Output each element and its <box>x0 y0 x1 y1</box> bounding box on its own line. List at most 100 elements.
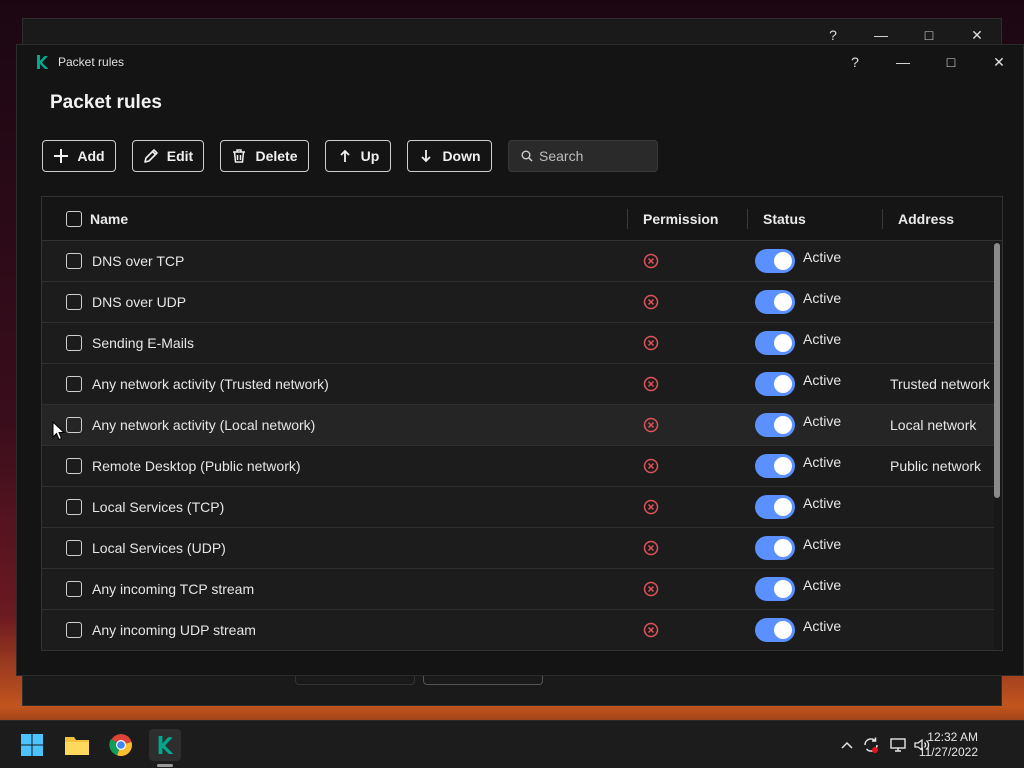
column-header-status-label: Status <box>763 211 806 227</box>
row-checkbox[interactable] <box>66 335 82 351</box>
minimize-button[interactable]: — <box>879 47 927 77</box>
row-checkbox[interactable] <box>66 294 82 310</box>
search-input[interactable] <box>539 148 649 164</box>
file-explorer-button[interactable] <box>61 729 93 761</box>
status-toggle[interactable] <box>755 331 795 355</box>
column-header-permission[interactable]: Permission <box>627 197 747 241</box>
bg-minimize-button[interactable]: — <box>857 25 905 45</box>
toggle-knob <box>774 375 792 393</box>
table-row[interactable]: Any network activity (Local network) Act… <box>42 405 994 446</box>
row-checkbox[interactable] <box>66 417 82 433</box>
table-row[interactable]: Any network activity (Trusted network) A… <box>42 364 994 405</box>
table-row[interactable]: Local Services (UDP) Active <box>42 528 994 569</box>
table-row[interactable]: DNS over UDP Active <box>42 282 994 323</box>
rule-name: Local Services (UDP) <box>92 540 226 556</box>
move-up-button[interactable]: Up <box>325 140 391 172</box>
system-clock[interactable]: 12:32 AM 11/27/2022 <box>919 730 978 760</box>
table-row[interactable]: DNS over TCP Active <box>42 241 994 282</box>
block-permission-icon[interactable] <box>643 458 659 474</box>
block-permission-icon[interactable] <box>643 581 659 597</box>
search-box[interactable] <box>508 140 658 172</box>
status-label: Active <box>803 577 842 593</box>
tray-overflow-button[interactable] <box>837 735 857 755</box>
help-button[interactable]: ? <box>831 47 879 77</box>
rule-name: Local Services (TCP) <box>92 499 225 515</box>
status-label: Active <box>803 454 842 470</box>
column-header-name[interactable]: Name <box>90 197 128 241</box>
row-checkbox[interactable] <box>66 376 82 392</box>
column-header-address-label: Address <box>898 211 955 227</box>
select-all-checkbox[interactable] <box>66 211 82 227</box>
column-header-address[interactable]: Address <box>882 197 1002 241</box>
network-icon <box>890 738 906 752</box>
status-label: Active <box>803 536 842 552</box>
maximize-button[interactable]: □ <box>927 47 975 77</box>
block-permission-icon[interactable] <box>643 253 659 269</box>
network-tray-button[interactable] <box>888 735 908 755</box>
kaspersky-taskbar-button[interactable] <box>149 729 181 761</box>
window-title: Packet rules <box>58 55 125 69</box>
table-row[interactable]: Remote Desktop (Public network) Active P… <box>42 446 994 487</box>
block-permission-icon[interactable] <box>643 540 659 556</box>
block-permission-icon[interactable] <box>643 335 659 351</box>
rules-table: Name Permission Status Address DNS over … <box>41 196 1003 651</box>
page-title: Packet rules <box>50 92 162 113</box>
status-toggle[interactable] <box>755 577 795 601</box>
status-toggle[interactable] <box>755 249 795 273</box>
row-checkbox[interactable] <box>66 253 82 269</box>
table-row[interactable]: Local Services (TCP) Active <box>42 487 994 528</box>
toggle-knob <box>774 252 792 270</box>
delete-button[interactable]: Delete <box>220 140 309 172</box>
bg-maximize-button[interactable]: □ <box>905 25 953 45</box>
status-toggle[interactable] <box>755 372 795 396</box>
table-body: DNS over TCP Active DNS over UDP Active … <box>42 241 994 650</box>
status-toggle[interactable] <box>755 618 795 642</box>
row-checkbox[interactable] <box>66 458 82 474</box>
rule-name: Sending E-Mails <box>92 335 194 351</box>
chrome-button[interactable] <box>105 729 137 761</box>
rule-name: Any network activity (Trusted network) <box>92 376 329 392</box>
packet-rules-window: Packet rules ? — □ ✕ Packet rules Add Ed… <box>16 44 1024 676</box>
block-permission-icon[interactable] <box>643 417 659 433</box>
block-permission-icon[interactable] <box>643 499 659 515</box>
sync-tray-button[interactable] <box>861 735 881 755</box>
bg-help-button[interactable]: ? <box>809 25 857 45</box>
status-toggle[interactable] <box>755 290 795 314</box>
arrow-down-icon <box>421 150 432 163</box>
status-label: Active <box>803 495 842 511</box>
status-toggle[interactable] <box>755 495 795 519</box>
toggle-knob <box>774 457 792 475</box>
block-permission-icon[interactable] <box>643 376 659 392</box>
toggle-knob <box>774 580 792 598</box>
table-row[interactable]: Any incoming TCP stream Active <box>42 569 994 610</box>
background-window-controls: ? — □ ✕ <box>809 25 1001 45</box>
rule-address: Trusted network <box>890 376 990 392</box>
plus-icon <box>54 149 69 163</box>
row-checkbox[interactable] <box>66 622 82 638</box>
block-permission-icon[interactable] <box>643 294 659 310</box>
status-toggle[interactable] <box>755 536 795 560</box>
bg-close-button[interactable]: ✕ <box>953 25 1001 45</box>
start-button[interactable] <box>16 729 48 761</box>
row-checkbox[interactable] <box>66 540 82 556</box>
vertical-scrollbar[interactable] <box>994 243 1000 498</box>
move-down-button[interactable]: Down <box>407 140 492 172</box>
block-permission-icon[interactable] <box>643 622 659 638</box>
table-row[interactable]: Any incoming UDP stream Active <box>42 610 994 650</box>
search-icon <box>521 150 533 162</box>
status-label: Active <box>803 618 842 634</box>
status-toggle[interactable] <box>755 454 795 478</box>
down-button-label: Down <box>442 148 481 164</box>
row-checkbox[interactable] <box>66 499 82 515</box>
column-header-status[interactable]: Status <box>747 197 882 241</box>
edit-button[interactable]: Edit <box>132 140 204 172</box>
status-label: Active <box>803 249 842 265</box>
table-row[interactable]: Sending E-Mails Active <box>42 323 994 364</box>
status-label: Active <box>803 413 842 429</box>
close-button[interactable]: ✕ <box>975 47 1023 77</box>
add-button[interactable]: Add <box>42 140 116 172</box>
rule-name: DNS over TCP <box>92 253 185 269</box>
row-checkbox[interactable] <box>66 581 82 597</box>
column-header-permission-label: Permission <box>643 211 719 227</box>
status-toggle[interactable] <box>755 413 795 437</box>
